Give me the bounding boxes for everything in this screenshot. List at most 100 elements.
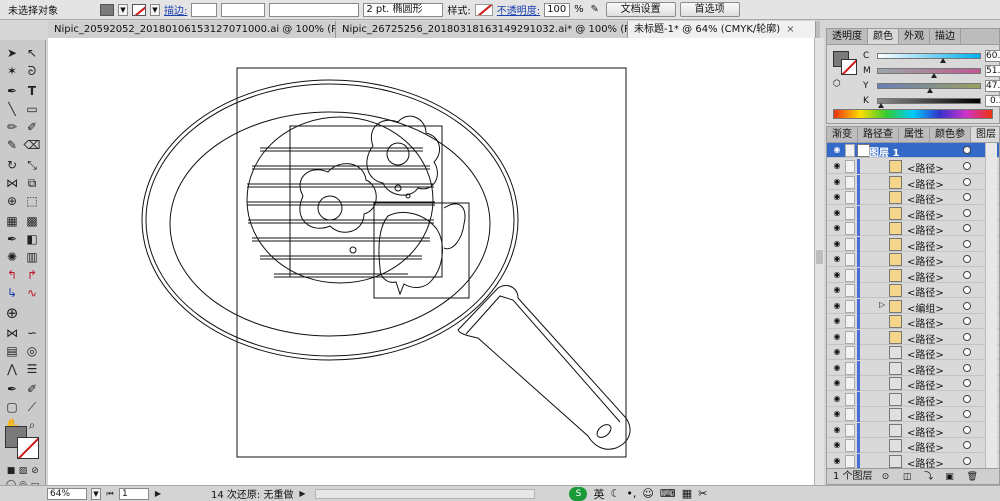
out-of-gamut-icon[interactable]: ⬡ [833,79,841,89]
lock-toggle[interactable] [845,160,855,173]
canvas-horizontal-scrollbar[interactable] [315,488,536,499]
direct-selection-tool-icon[interactable]: ↖ [23,44,41,62]
mesh-tool-icon[interactable]: ▩ [23,212,41,230]
cyan-value-input[interactable]: 60.94 [985,49,1000,62]
symbol-sprayer-icon[interactable]: ✺ [3,248,21,266]
target-circle-icon[interactable] [963,301,971,310]
measure-tool-icon[interactable]: ✐ [23,380,41,398]
twirl-tool-icon[interactable]: ◎ [23,342,41,360]
layer-row[interactable]: ◉<路径> [827,345,999,361]
panel-stroke-swatch[interactable] [841,59,857,75]
tab-layers[interactable]: 图层 [971,127,999,142]
yellow-value-input[interactable]: 47.66 [985,79,1000,92]
stroke-dropdown-icon[interactable]: ▼ [150,3,160,16]
lock-toggle[interactable] [845,268,855,282]
lock-toggle[interactable] [845,144,855,157]
fill-swatch[interactable] [100,3,114,16]
layer-row[interactable]: ◉<路径> [827,422,999,439]
layer-row[interactable]: ◉<路径> [827,360,999,377]
close-icon[interactable]: × [786,21,794,38]
layer-row[interactable]: ◉<路径> [827,159,999,175]
tab-document-1[interactable]: Nipic_20592052_20180106153127071000.ai @… [48,21,336,38]
color-spectrum-bar[interactable] [833,109,993,119]
eye-icon[interactable]: ◉ [832,177,842,187]
shape-builder-icon[interactable]: ⊕ [3,192,21,210]
slice-tool-icon[interactable]: ⟋ [23,398,41,416]
status-menu-icon[interactable]: ▶ [297,488,307,500]
target-circle-icon[interactable] [963,255,971,263]
width-tool-icon[interactable]: ⋈ [3,174,21,192]
eye-icon[interactable]: ◉ [832,239,842,249]
lock-toggle[interactable] [845,284,855,297]
canvas-vertical-scrollbar[interactable] [814,38,824,485]
pencil-icon[interactable]: ✐ [23,118,41,136]
layers-scrollbar[interactable] [985,143,997,468]
line-tool-icon[interactable]: ╲ [3,100,21,118]
layer-row[interactable]: ◉<路径> [827,236,999,253]
stroke-swatch[interactable] [132,3,146,16]
layer-row[interactable]: ◉<路径> [827,267,999,284]
eye-icon[interactable]: ◉ [832,223,842,233]
tab-pathfinder[interactable]: 路径查 [858,127,899,142]
layer-row[interactable]: ◉<路径> [827,376,999,392]
layer-row[interactable]: ◉<路径> [827,190,999,206]
eye-icon[interactable]: ◉ [832,285,842,295]
sogou-ime-icon[interactable]: S [569,486,588,501]
slider-marker-icon[interactable] [926,87,933,93]
lock-toggle[interactable] [845,377,855,390]
tab-color[interactable]: 颜色 [868,29,899,44]
scale-tool-icon[interactable]: ⤡ [23,156,41,174]
tools-icon[interactable]: ✂ [698,487,707,500]
custom-wave-icon[interactable]: ∿ [23,284,41,302]
layer-row[interactable]: ◉<路径> [827,283,999,299]
tab-color-guide[interactable]: 颜色参 [930,127,971,142]
new-sublayer-icon[interactable]: ⤵ [924,469,936,484]
target-tool-icon[interactable]: ⊕ [3,304,21,322]
layer-row[interactable]: ◉<路径> [827,438,999,454]
magic-wand-icon[interactable]: ✶ [3,62,21,80]
target-circle-icon[interactable] [963,363,971,372]
custom-red-tool-icon[interactable]: ↰ [3,266,21,284]
layer-row[interactable]: ◉<路径> [827,391,999,408]
target-circle-icon[interactable] [963,425,971,434]
lock-toggle[interactable] [845,408,855,421]
stroke-link[interactable]: 描边: [164,2,187,17]
fill-dropdown-icon[interactable]: ▼ [118,3,128,16]
eyedropper-tool-icon[interactable]: ✒ [3,380,21,398]
stroke-color-swatch[interactable] [17,437,39,459]
column-graph-icon[interactable]: ▥ [23,248,41,266]
tab-document-3[interactable]: 未标题-1* @ 64% (CMYK/轮廓) × [628,21,816,38]
eye-icon[interactable]: ◉ [832,301,842,311]
slider-marker-icon[interactable] [931,72,938,78]
black-slider[interactable] [877,97,981,108]
lock-toggle[interactable] [845,175,855,189]
layer-row[interactable]: ◉<路径> [827,314,999,330]
blob-brush-icon[interactable]: ✎ [3,136,21,154]
bow-tool-icon[interactable]: ⋈ [3,324,21,342]
first-artboard-icon[interactable]: ⏮ [105,488,115,500]
free-transform-icon[interactable]: ⧉ [23,174,41,192]
target-circle-icon[interactable] [963,224,971,232]
pen-tool-icon[interactable]: ✒ [3,82,21,100]
layer-row[interactable]: ◉<路径> [827,205,999,222]
target-circle-icon[interactable] [963,332,971,341]
document-setup-button[interactable]: 文档设置 [605,2,676,17]
target-circle-icon[interactable] [963,456,971,465]
artboard-number-input[interactable]: 1 [119,487,149,500]
target-circle-icon[interactable] [963,177,971,186]
layer-row[interactable]: ◉<路径> [827,453,999,470]
eye-icon[interactable]: ◉ [832,145,842,155]
clip-mask-icon[interactable]: ◫ [903,469,915,484]
layer-row-top[interactable]: ◉ 图层 1 [827,143,999,159]
eye-icon[interactable]: ◉ [832,425,842,435]
layer-row[interactable]: ◉<路径> [827,221,999,237]
eyedropper-icon[interactable]: ✒ [3,230,21,248]
eye-icon[interactable]: ◉ [832,347,842,357]
zigzag-tool-icon[interactable]: ⋀ [3,360,21,378]
eye-icon[interactable]: ◉ [832,394,842,404]
lock-toggle[interactable] [845,299,855,313]
artboard-canvas[interactable] [48,38,820,485]
eye-icon[interactable]: ◉ [832,270,842,280]
zoom-select[interactable]: 64% [47,487,87,500]
eraser-icon[interactable]: ⌫ [23,136,41,154]
